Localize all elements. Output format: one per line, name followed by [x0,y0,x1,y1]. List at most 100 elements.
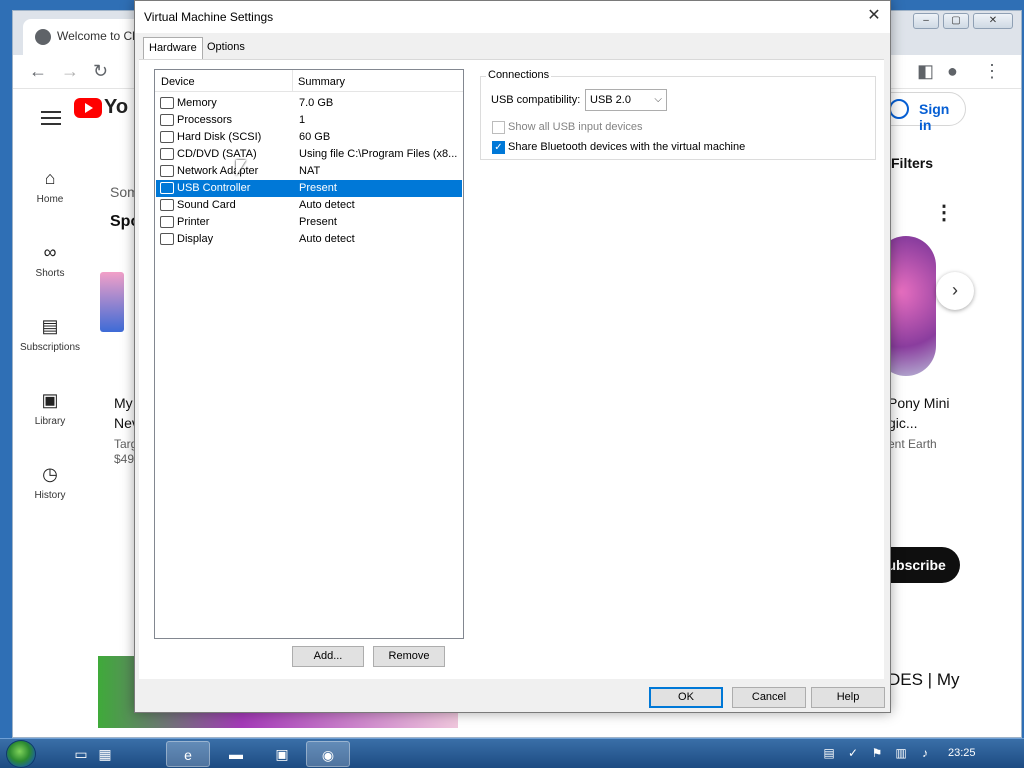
device-summary: Present [299,216,337,228]
device-name: Display [177,233,214,245]
device-icon [160,114,174,126]
sidebar-item-shorts[interactable]: ∞ Shorts [12,242,88,279]
connections-group: Connections USB compatibility: USB 2.0 ⌵… [480,69,876,160]
device-name: Hard Disk (SCSI) [177,131,262,143]
notes-icon[interactable]: ▤ [822,746,836,760]
usb-compat-select[interactable]: USB 2.0 ⌵ [585,89,667,111]
device-row[interactable]: Printer Present [156,214,462,231]
flag-icon[interactable]: ⚑ [870,746,884,760]
device-summary: Auto detect [299,233,355,245]
filters-button[interactable]: Filters [891,155,933,171]
device-row[interactable]: CD/DVD (SATA) Using file C:\Program Files… [156,146,462,163]
maximize-button[interactable]: ▢ [943,13,969,29]
chrome-icon[interactable]: ◉ [306,741,350,767]
column-divider[interactable] [292,70,293,92]
device-icon [160,182,174,194]
globe-icon [35,29,51,45]
shorts-icon: ∞ [43,242,57,262]
column-header-device[interactable]: Device [161,76,195,88]
file-explorer-icon[interactable]: ▬ [214,741,258,767]
show-desktop-icon[interactable]: ▭ [70,741,92,767]
taskbar-clock[interactable]: 23:25 [948,747,976,759]
dialog-titlebar[interactable]: Virtual Machine Settings ✕ [135,1,890,33]
column-header-summary[interactable]: Summary [298,76,345,88]
product-thumbnail[interactable] [100,272,124,332]
device-summary: 1 [299,114,306,126]
sidebar-item-label: Shorts [35,268,65,279]
browser-menu-icon[interactable]: ⋮ [983,61,1001,82]
sidebar-item-subscriptions[interactable]: ▤ Subscriptions [12,316,88,353]
browser-window-controls: – ▢ ✕ [913,13,1013,29]
device-name: Sound Card [177,199,236,211]
video-title-fragment[interactable]: DES | My [888,670,959,690]
add-device-button[interactable]: Add... [292,646,364,667]
device-name: CD/DVD (SATA) [177,148,257,160]
product-title-fragment[interactable]: gic... [888,415,918,431]
chevron-right-icon[interactable]: › [936,272,974,310]
device-row[interactable]: Sound Card Auto detect [156,197,462,214]
minimize-button[interactable]: – [913,13,939,29]
remove-device-button[interactable]: Remove [373,646,445,667]
youtube-logo-icon[interactable] [74,98,102,118]
device-list[interactable]: Device Summary Memory 7.0 GB Processors 1 Ha… [154,69,464,639]
device-summary: Auto detect [299,199,355,211]
device-icon [160,131,174,143]
connections-label: Connections [486,69,552,81]
tab-options[interactable]: Options [207,41,245,53]
reload-icon[interactable]: ↻ [93,61,108,82]
device-icon [160,148,174,160]
switch-windows-icon[interactable]: ▦ [94,741,116,767]
device-icon [160,233,174,245]
subscriptions-icon: ▤ [41,316,59,336]
device-row[interactable]: Display Auto detect [156,231,462,248]
profile-icon[interactable]: ● [947,61,958,82]
network-icon[interactable]: ▥ [894,746,908,760]
device-summary: 60 GB [299,131,331,143]
device-row[interactable]: Hard Disk (SCSI) 60 GB [156,129,462,146]
product-title-fragment[interactable]: My [114,395,133,411]
menu-hamburger-icon[interactable] [41,111,61,125]
hardware-panel: Device Summary Memory 7.0 GB Processors 1 Ha… [139,59,884,679]
ok-button[interactable]: OK [649,687,723,708]
cancel-button[interactable]: Cancel [732,687,806,708]
sidebar-item-label: History [34,490,66,501]
help-button[interactable]: Help [811,687,885,708]
more-options-icon[interactable]: ⋮ [934,200,954,225]
device-row[interactable]: USB Controller Present [156,180,462,197]
device-list-header: Device Summary [155,70,463,92]
internet-explorer-icon[interactable]: e [166,741,210,767]
sidebar-item-label: Home [36,194,64,205]
device-row[interactable]: Network Adapter NAT [156,163,462,180]
product-price-fragment: $49 [114,452,135,466]
close-icon[interactable]: ✕ [858,1,890,31]
product-title-fragment[interactable]: Pony Mini [888,395,949,411]
back-arrow-icon[interactable]: ← [29,61,47,82]
device-icon [160,97,174,109]
share-bluetooth-label: Share Bluetooth devices with the virtual… [508,141,746,153]
device-summary: Using file C:\Program Files (x8... [299,148,458,160]
device-name: Network Adapter [177,165,259,177]
forward-arrow-icon[interactable]: → [61,61,79,82]
sidepanel-icon[interactable]: ◧ [917,61,934,82]
device-name: USB Controller [177,182,251,194]
device-row[interactable]: Processors 1 [156,112,462,129]
sidebar-item-library[interactable]: ▣ Library [12,390,88,427]
volume-icon[interactable]: ♪ [918,746,932,760]
history-icon: ◷ [42,464,58,484]
youtube-logo-text: Yo [104,96,129,118]
device-name: Memory [177,97,217,109]
vm-app-icon[interactable]: ▣ [260,741,304,767]
usb-compat-label: USB compatibility: [491,94,581,106]
device-summary: 7.0 GB [299,97,334,109]
device-row[interactable]: Memory 7.0 GB [156,95,462,112]
start-button[interactable] [6,740,36,768]
sidebar-item-history[interactable]: ◷ History [12,464,88,501]
show-all-usb-checkbox[interactable] [492,121,505,134]
show-all-usb-label: Show all USB input devices [508,121,643,133]
share-bluetooth-checkbox[interactable]: ✓ [492,141,505,154]
device-summary: Present [299,182,337,194]
tab-hardware[interactable]: Hardware [143,37,203,60]
sidebar-item-home[interactable]: ⌂ Home [12,168,88,205]
close-window-button[interactable]: ✕ [973,13,1013,29]
security-icon[interactable]: ✓ [846,746,860,760]
